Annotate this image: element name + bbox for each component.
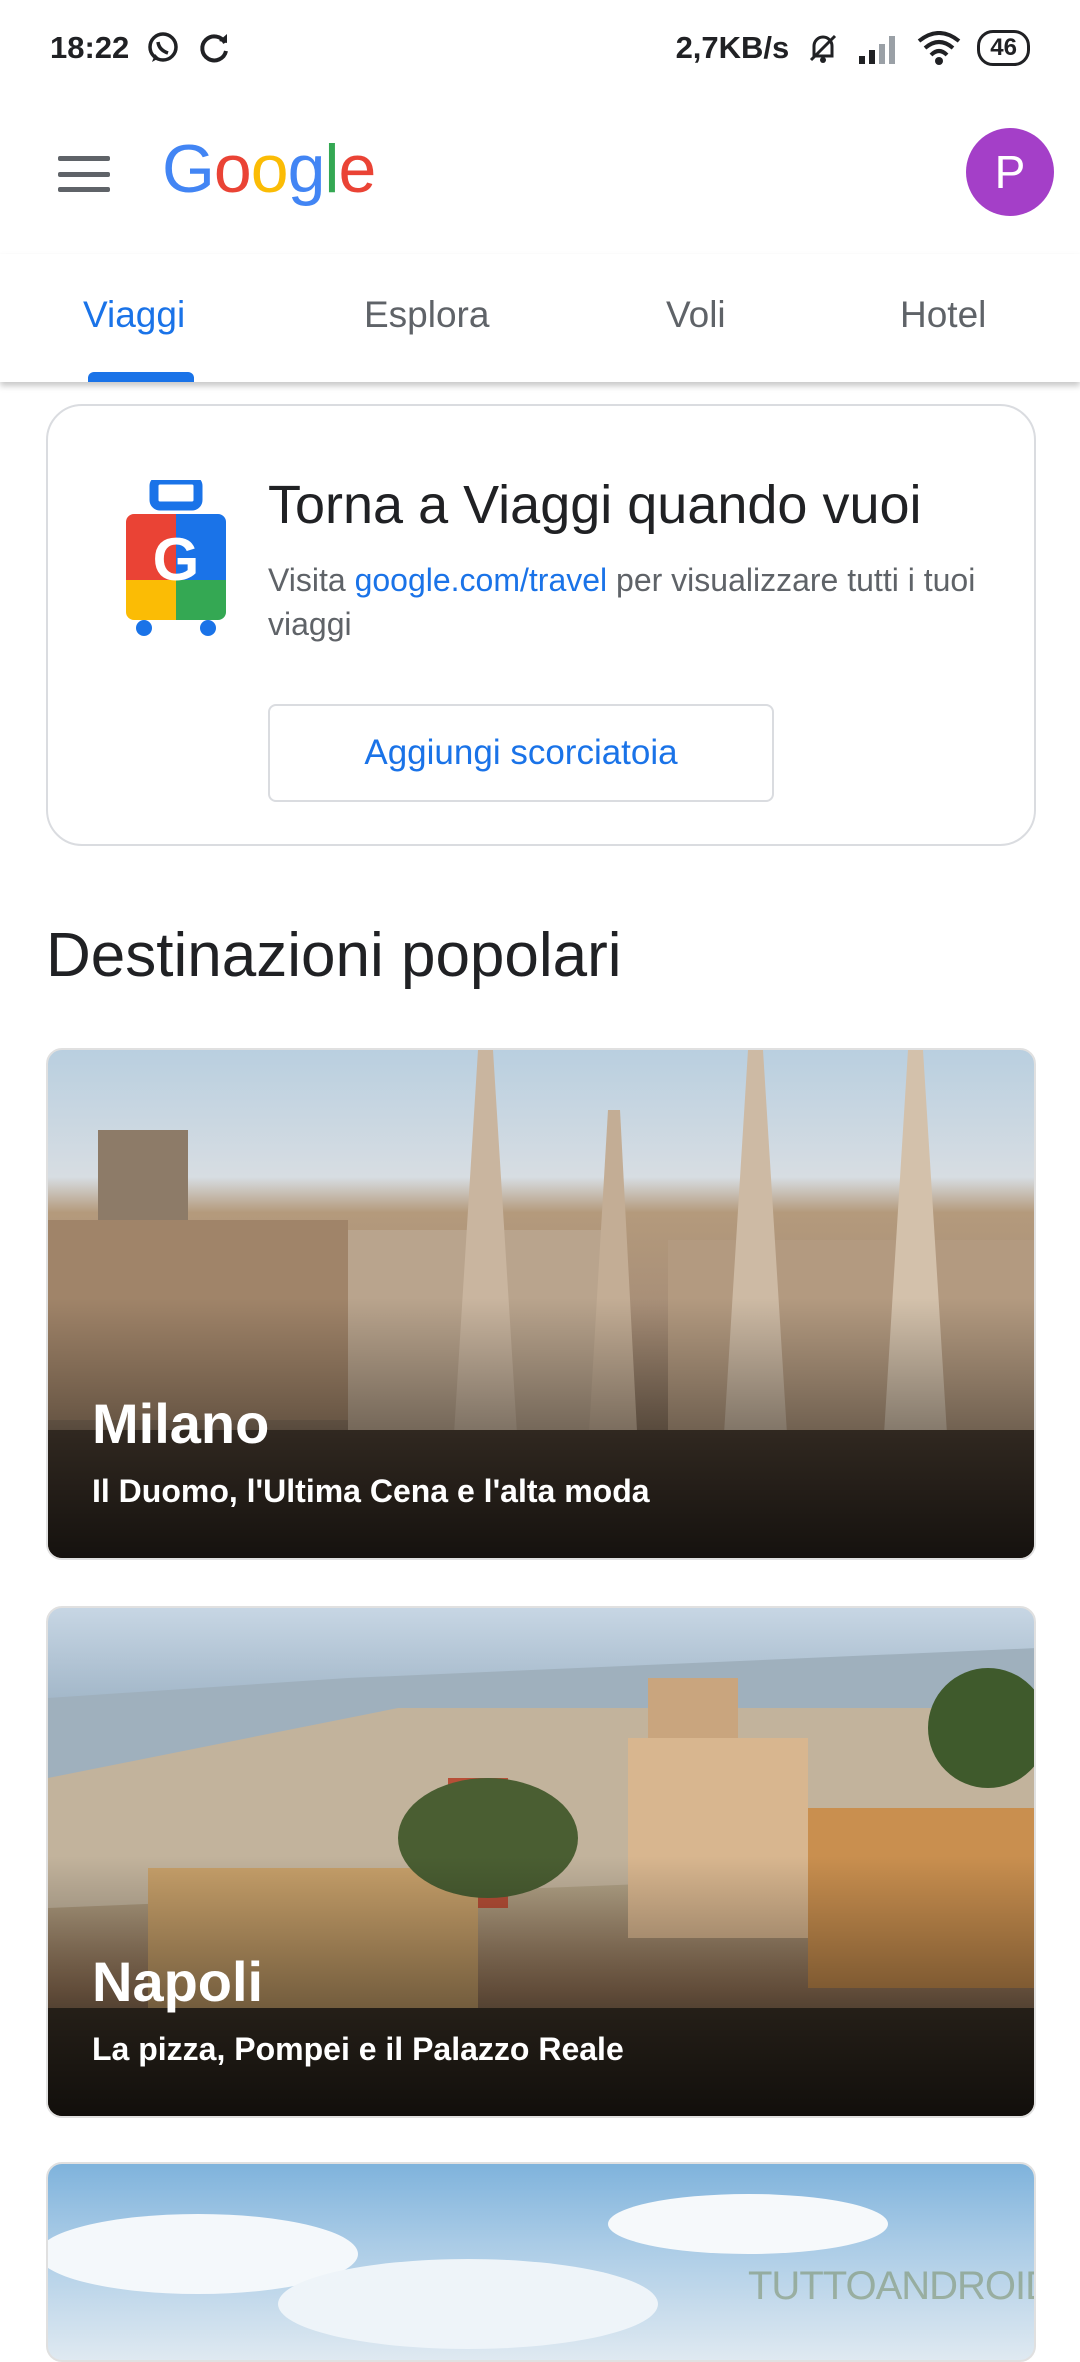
logo-letter: o bbox=[213, 131, 252, 207]
tab-viaggi[interactable]: Viaggi bbox=[83, 294, 185, 336]
promo-text-before: Visita bbox=[268, 562, 355, 598]
promo-title: Torna a Viaggi quando vuoi bbox=[268, 475, 922, 535]
tab-bar: Viaggi Esplora Voli Hotel bbox=[0, 254, 1080, 382]
clock: 18:22 bbox=[50, 30, 130, 65]
destination-card-milano[interactable]: Milano Il Duomo, l'Ultima Cena e l'alta … bbox=[46, 1048, 1036, 1560]
logo-letter: g bbox=[287, 131, 326, 207]
destination-name: Napoli bbox=[92, 1950, 264, 2013]
google-travel-suitcase-icon: G bbox=[126, 480, 226, 636]
sync-icon bbox=[200, 34, 229, 63]
section-title: Destinazioni popolari bbox=[46, 921, 622, 990]
add-shortcut-button[interactable]: Aggiungi scorciatoia bbox=[268, 704, 774, 802]
logo-letter: l bbox=[324, 131, 339, 207]
battery-indicator: 46 bbox=[977, 30, 1030, 66]
destination-card-napoli[interactable]: Napoli La pizza, Pompei e il Palazzo Rea… bbox=[46, 1606, 1036, 2118]
destination-name: Milano bbox=[92, 1392, 270, 1455]
logo-letter: G bbox=[162, 131, 215, 207]
destination-card-partial[interactable]: TUTTOANDROID bbox=[46, 2162, 1036, 2362]
tab-hotel[interactable]: Hotel bbox=[900, 294, 986, 336]
logo-letter: e bbox=[338, 131, 377, 207]
menu-icon[interactable] bbox=[58, 156, 110, 192]
whatsapp-icon bbox=[148, 32, 179, 62]
clouds-photo bbox=[48, 2194, 888, 2349]
google-logo: Google bbox=[162, 130, 377, 208]
tab-esplora[interactable]: Esplora bbox=[364, 294, 489, 336]
watermark: TUTTOANDROID bbox=[748, 2264, 1036, 2308]
logo-letter: o bbox=[250, 131, 289, 207]
svg-text:G: G bbox=[153, 526, 200, 593]
destination-description: La pizza, Pompei e il Palazzo Reale bbox=[92, 2031, 624, 2067]
travel-promo-card: G Torna a Viaggi quando vuoi Visita goog… bbox=[46, 404, 1036, 846]
travel-link[interactable]: google.com/travel bbox=[355, 562, 608, 598]
network-speed: 2,7KB/s bbox=[675, 30, 790, 65]
promo-text: Visita google.com/travel per visualizzar… bbox=[268, 558, 998, 646]
tab-voli[interactable]: Voli bbox=[666, 294, 726, 336]
wifi-icon bbox=[918, 31, 961, 65]
avatar[interactable]: P bbox=[966, 128, 1054, 216]
destination-description: Il Duomo, l'Ultima Cena e l'alta moda bbox=[92, 1473, 650, 1509]
signal-icon bbox=[859, 36, 896, 64]
mute-icon bbox=[810, 34, 837, 63]
tab-indicator bbox=[88, 372, 194, 382]
status-bar: 18:22 2,7KB/s 46 bbox=[0, 0, 1080, 96]
app-bar: Google P bbox=[0, 96, 1080, 254]
